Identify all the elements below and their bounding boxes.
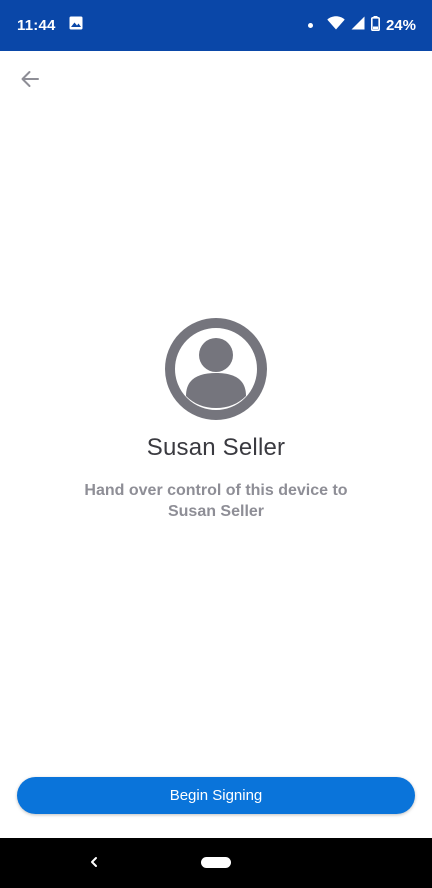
battery-icon	[370, 15, 380, 36]
arrow-left-icon	[20, 70, 40, 93]
status-bar: 11:44 24%	[0, 0, 432, 51]
signer-name: Susan Seller	[146, 434, 286, 461]
status-right: 24%	[307, 15, 416, 36]
begin-signing-button[interactable]: Begin Signing	[17, 777, 415, 814]
nav-home-pill[interactable]	[201, 857, 231, 868]
back-button[interactable]	[12, 63, 48, 99]
system-nav-bar	[0, 838, 432, 888]
image-icon	[69, 16, 83, 35]
nav-back-icon[interactable]	[84, 850, 104, 874]
battery-percentage: 24%	[385, 17, 416, 34]
handover-instruction: Hand over control of this device to Susa…	[84, 482, 348, 520]
signal-icon	[351, 16, 365, 35]
status-time: 11:44	[17, 17, 56, 34]
status-left: 11:44	[17, 16, 83, 35]
wifi-icon	[327, 16, 345, 35]
notification-dot-icon	[307, 23, 313, 28]
user-avatar-icon	[165, 318, 267, 420]
